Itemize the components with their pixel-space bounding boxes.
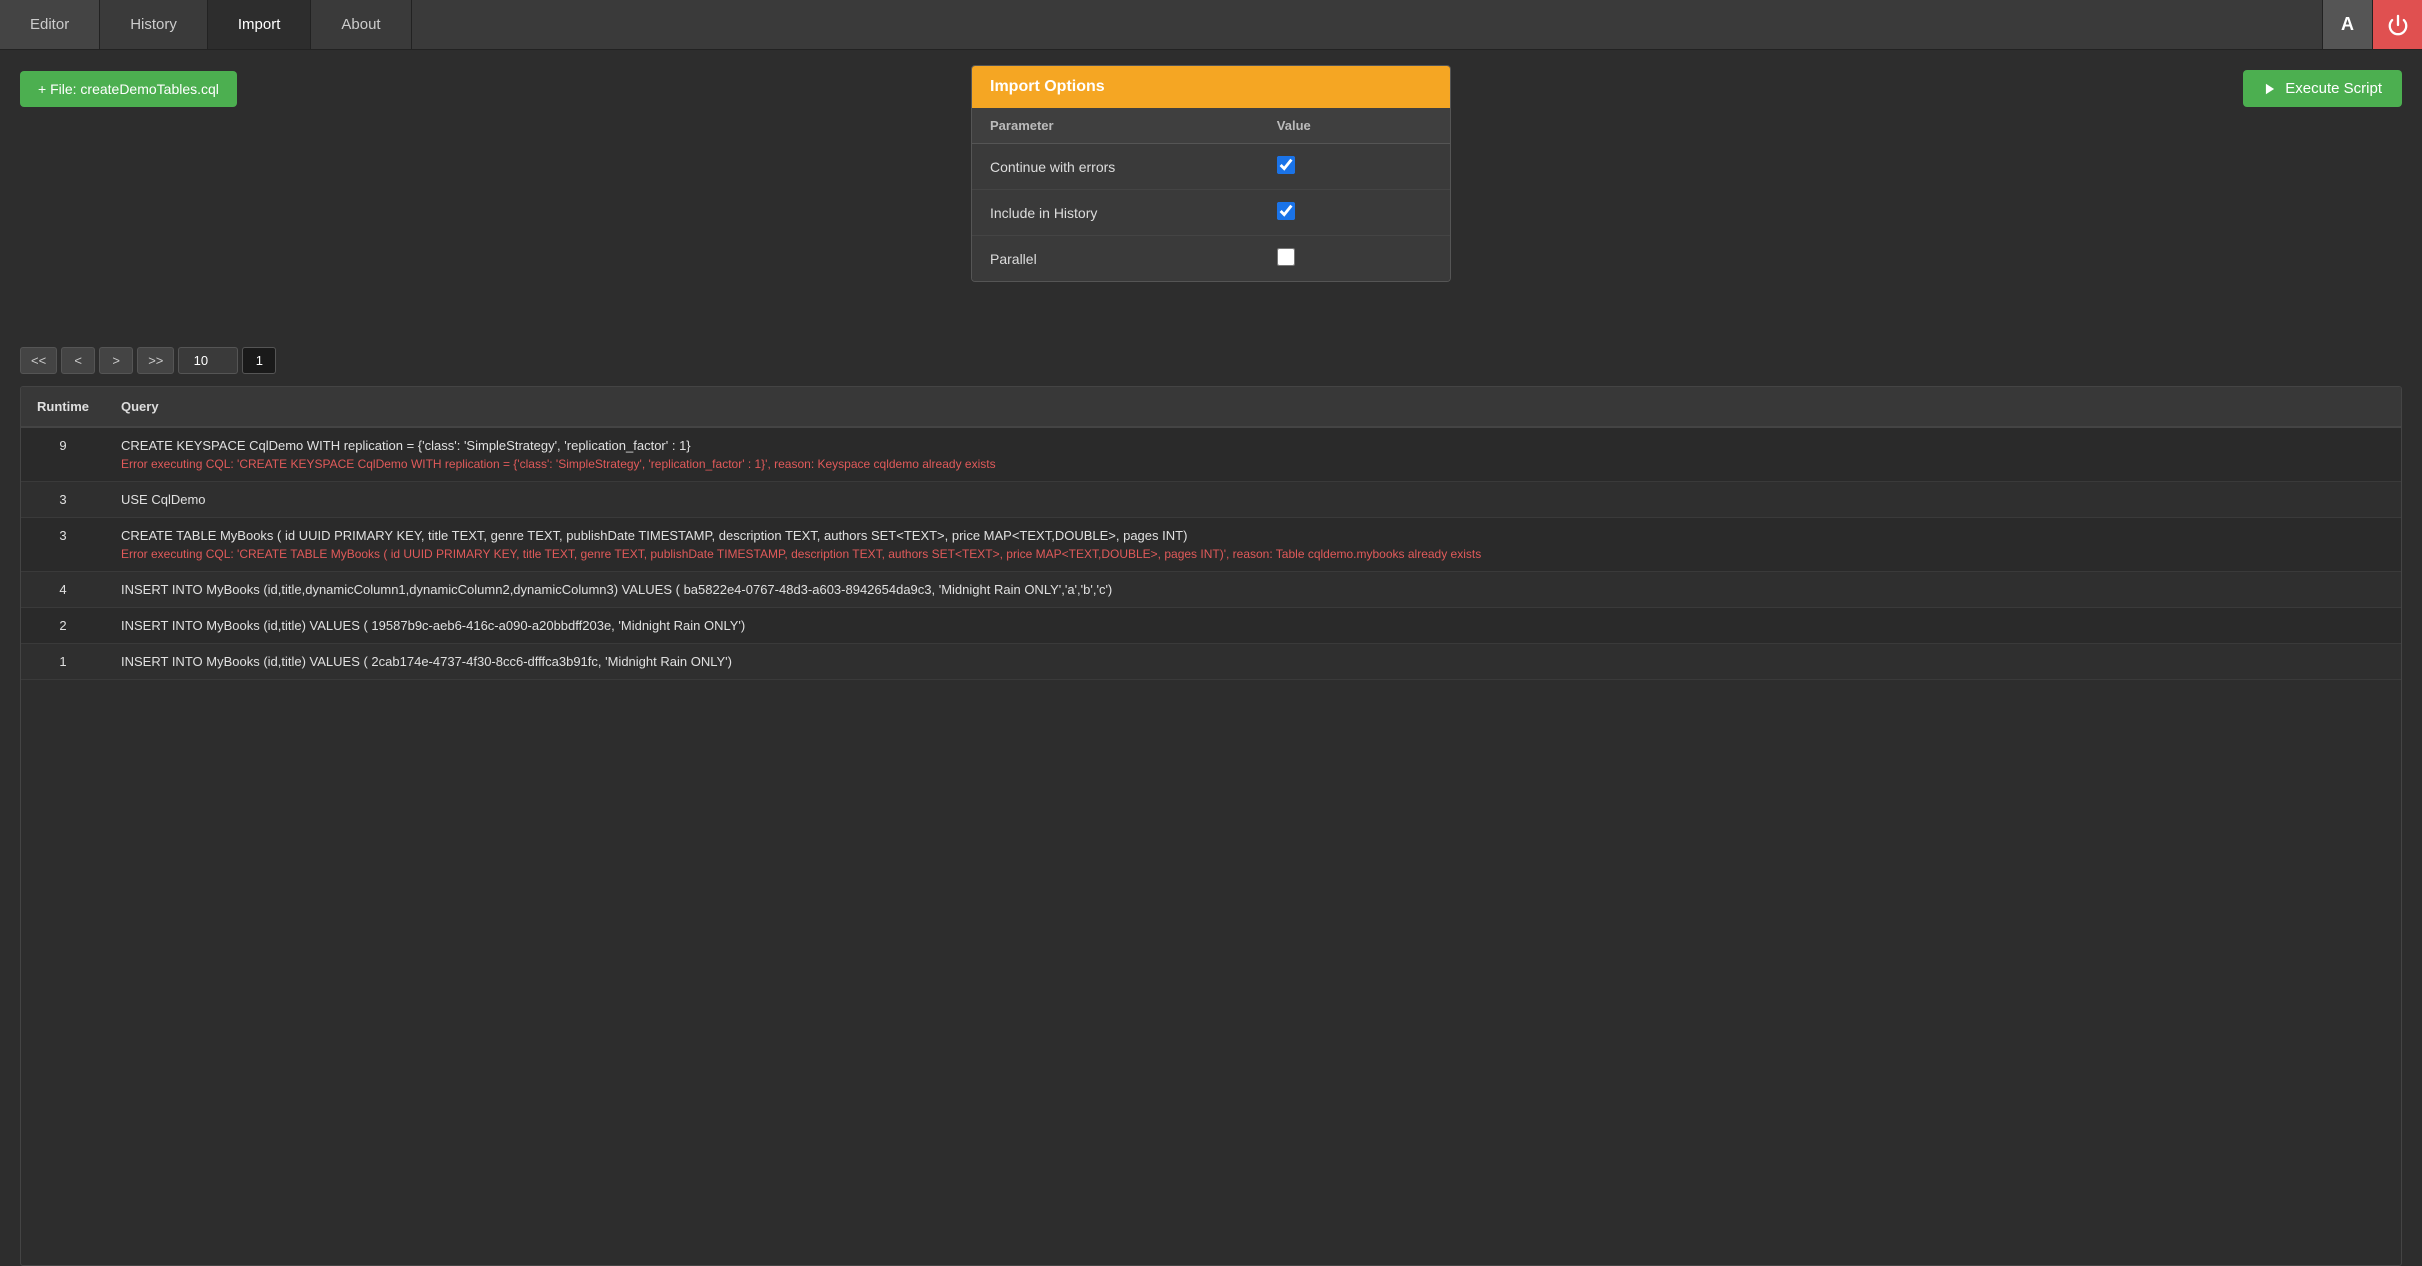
import-option-param: Continue with errors [972,144,1259,190]
import-option-checkbox[interactable] [1277,156,1295,174]
runtime-cell: 9 [21,427,105,482]
import-option-value [1259,236,1450,282]
query-text: INSERT INTO MyBooks (id,title) VALUES ( … [121,654,732,669]
tab-editor[interactable]: Editor [0,0,100,49]
import-option-param: Include in History [972,190,1259,236]
import-options-container: Import Options Parameter Value [971,65,1451,282]
next-page-button[interactable]: > [99,347,133,374]
last-page-button[interactable]: >> [137,347,174,374]
error-text: Error executing CQL: 'CREATE KEYSPACE Cq… [121,457,2385,471]
table-header-row: Runtime Query [21,387,2401,427]
results-table-container[interactable]: Runtime Query 9 CREATE KEYSPACE CqlDemo W… [20,386,2402,1266]
import-option-row: Continue with errors [972,144,1450,190]
pagination-row: << < > >> 1 [20,347,2402,374]
power-icon [2387,14,2409,36]
param-column-header: Parameter [972,108,1259,144]
tab-about[interactable]: About [311,0,411,49]
import-options-table: Parameter Value Continue with errorsIncl… [972,108,1450,281]
table-row: 1 INSERT INTO MyBooks (id,title) VALUES (… [21,644,2401,680]
import-option-param: Parallel [972,236,1259,282]
query-cell: INSERT INTO MyBooks (id,title) VALUES ( … [105,608,2401,644]
import-options-panel: Import Options Parameter Value [971,65,1451,282]
query-column-header: Query [105,387,2401,427]
value-column-header: Value [1259,108,1450,144]
table-row: 2 INSERT INTO MyBooks (id,title) VALUES (… [21,608,2401,644]
prev-page-button[interactable]: < [61,347,95,374]
import-option-row: Include in History [972,190,1450,236]
top-navigation: Editor History Import About A [0,0,2422,50]
table-row: 4 INSERT INTO MyBooks (id,title,dynamicCo… [21,572,2401,608]
current-page-display: 1 [242,347,276,374]
execute-script-button[interactable]: Execute Script [2243,70,2402,107]
import-option-row: Parallel [972,236,1450,282]
runtime-cell: 2 [21,608,105,644]
query-text: INSERT INTO MyBooks (id,title,dynamicCol… [121,582,1112,597]
query-cell: INSERT INTO MyBooks (id,title) VALUES ( … [105,644,2401,680]
runtime-cell: 1 [21,644,105,680]
error-text: Error executing CQL: 'CREATE TABLE MyBoo… [121,547,2385,561]
query-cell: USE CqlDemo [105,482,2401,518]
tab-history[interactable]: History [100,0,208,49]
import-option-value [1259,190,1450,236]
runtime-cell: 3 [21,518,105,572]
query-text: USE CqlDemo [121,492,206,507]
main-content: + File: createDemoTables.cql Import Opti… [0,50,2422,1266]
results-table: Runtime Query 9 CREATE KEYSPACE CqlDemo W… [21,387,2401,680]
file-button[interactable]: + File: createDemoTables.cql [20,71,237,107]
import-option-checkbox[interactable] [1277,202,1295,220]
import-option-checkbox[interactable] [1277,248,1295,266]
table-row: 9 CREATE KEYSPACE CqlDemo WITH replicatio… [21,427,2401,482]
query-text: CREATE KEYSPACE CqlDemo WITH replication… [121,438,691,453]
table-row: 3 CREATE TABLE MyBooks ( id UUID PRIMARY … [21,518,2401,572]
tab-import[interactable]: Import [208,0,312,49]
first-page-button[interactable]: << [20,347,57,374]
query-cell: CREATE TABLE MyBooks ( id UUID PRIMARY K… [105,518,2401,572]
runtime-cell: 4 [21,572,105,608]
import-option-value [1259,144,1450,190]
power-button[interactable] [2372,0,2422,49]
runtime-cell: 3 [21,482,105,518]
play-icon [2263,82,2277,96]
alert-icon: A [2341,14,2354,35]
per-page-input[interactable] [178,347,238,374]
query-cell: INSERT INTO MyBooks (id,title,dynamicCol… [105,572,2401,608]
import-options-header: Import Options [972,66,1450,108]
query-text: INSERT INTO MyBooks (id,title) VALUES ( … [121,618,745,633]
alert-button[interactable]: A [2322,0,2372,49]
query-text: CREATE TABLE MyBooks ( id UUID PRIMARY K… [121,528,1187,543]
top-row: + File: createDemoTables.cql Import Opti… [20,70,2402,107]
table-row: 3 USE CqlDemo [21,482,2401,518]
query-cell: CREATE KEYSPACE CqlDemo WITH replication… [105,427,2401,482]
runtime-column-header: Runtime [21,387,105,427]
